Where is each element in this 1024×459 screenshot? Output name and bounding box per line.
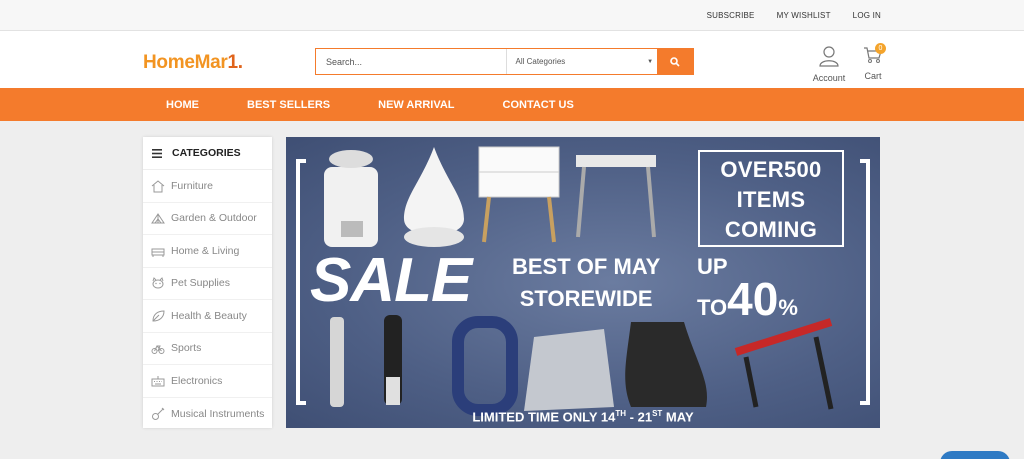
cart-button[interactable]: 0 Cart: [858, 43, 888, 81]
sidebar-item-health-beauty[interactable]: Health & Beauty: [143, 300, 272, 333]
account-label: Account: [812, 73, 846, 83]
menu-icon: [152, 148, 162, 158]
sidebar-item-pet-supplies[interactable]: Pet Supplies: [143, 268, 272, 300]
chat-widget-button[interactable]: [940, 451, 1010, 459]
site-logo[interactable]: HomeMar1.: [143, 52, 243, 74]
category-select[interactable]: All Categories ▼: [506, 49, 657, 74]
nav-contact-us[interactable]: CONTACT US: [503, 99, 574, 111]
sidebar-item-label: Garden & Outdoor: [171, 212, 257, 225]
search-bar: All Categories ▼: [315, 48, 694, 75]
limited-sup: ST: [652, 409, 663, 418]
discount-to: TO: [697, 295, 728, 320]
top-utility-bar: SUBSCRIBE MY WISHLIST LOG IN: [0, 0, 1024, 31]
sidebar-item-label: Health & Beauty: [171, 309, 247, 322]
discount-percent-sign: %: [778, 295, 798, 320]
sidebar-item-label: Musical Instruments: [171, 407, 265, 420]
wishlist-link[interactable]: MY WISHLIST: [777, 11, 831, 20]
nightstand-image: [478, 146, 560, 243]
user-icon: [819, 46, 839, 67]
seat-image: [625, 322, 707, 407]
bicycle-icon: [151, 345, 165, 355]
cushion-image: [524, 329, 614, 411]
account-button[interactable]: Account: [810, 45, 848, 83]
offer-line: COMING: [724, 217, 818, 242]
subscribe-link[interactable]: SUBSCRIBE: [707, 11, 755, 20]
logo-text: HomeMar: [143, 52, 228, 73]
sidebar-item-furniture[interactable]: Furniture: [143, 170, 272, 203]
humidifier-image: [404, 147, 464, 247]
best-of-may-text: BEST OF MAY STOREWIDE: [512, 251, 660, 315]
stool-image: [576, 155, 656, 238]
main-nav: HOME BEST SELLERS NEW ARRIVAL CONTACT US: [0, 88, 1024, 121]
limited-time-text: LIMITED TIME ONLY 14TH - 21ST MAY: [286, 409, 880, 424]
sidebar-item-label: Home & Living: [171, 244, 240, 257]
sale-heading: SALE: [310, 246, 472, 315]
login-link[interactable]: LOG IN: [853, 11, 881, 20]
chevron-down-icon: ▼: [647, 58, 654, 65]
nav-new-arrival[interactable]: NEW ARRIVAL: [378, 99, 454, 111]
sale-banner[interactable]: OVER500 ITEMS COMING SALE BEST OF MAY ST…: [286, 137, 880, 428]
sidebar-item-label: Pet Supplies: [171, 277, 230, 290]
tools-image: [330, 315, 402, 407]
sidebar-item-musical-instruments[interactable]: Musical Instruments: [143, 398, 272, 431]
sofa-icon: [151, 248, 165, 257]
limited-suffix: MAY: [662, 409, 694, 425]
discount-value: 40: [727, 273, 779, 325]
categories-title: CATEGORIES: [172, 147, 241, 159]
search-button[interactable]: [657, 49, 693, 74]
cart-label: Cart: [864, 71, 882, 81]
sidebar-item-sports[interactable]: Sports: [143, 333, 272, 365]
search-icon: [670, 56, 680, 67]
site-header: HomeMar1. All Categories ▼ Account 0 Car…: [0, 31, 1024, 88]
cart-count-badge: 0: [875, 43, 886, 54]
categories-header[interactable]: CATEGORIES: [143, 137, 272, 170]
watch-band-image: [452, 316, 518, 416]
nav-best-sellers[interactable]: BEST SELLERS: [247, 99, 330, 111]
sidebar-item-garden-outdoor[interactable]: Garden & Outdoor: [143, 203, 272, 235]
bench-image: [734, 318, 834, 410]
limited-mid: - 21: [626, 409, 653, 425]
guitar-icon: [152, 407, 165, 420]
offer-box: OVER500 ITEMS COMING: [698, 150, 844, 247]
sidebar-item-label: Electronics: [171, 374, 223, 387]
offer-line: OVER500: [720, 157, 822, 182]
keyboard-icon: [151, 375, 165, 387]
nav-home[interactable]: HOME: [166, 99, 199, 111]
house-icon: [151, 180, 165, 193]
sidebar-item-label: Sports: [171, 342, 202, 355]
pet-icon: [152, 277, 164, 289]
dehumidifier-image: [324, 150, 378, 247]
best-line: STOREWIDE: [519, 286, 653, 311]
category-select-value: All Categories: [515, 57, 566, 66]
offer-line: ITEMS: [736, 187, 806, 212]
tent-icon: [151, 213, 165, 224]
limited-prefix: LIMITED TIME ONLY 14: [472, 409, 616, 425]
categories-sidebar: CATEGORIES Furniture Garden & Outdoor Ho…: [143, 137, 272, 428]
limited-sup: TH: [615, 409, 627, 418]
logo-dot: .: [237, 52, 243, 73]
sidebar-item-label: Furniture: [171, 179, 214, 192]
logo-accent: 1: [227, 52, 238, 73]
sidebar-item-electronics[interactable]: Electronics: [143, 365, 272, 398]
best-line: BEST OF MAY: [512, 254, 661, 279]
leaf-icon: [152, 310, 165, 322]
discount-text: UP TO40%: [697, 251, 798, 324]
sidebar-item-home-living[interactable]: Home & Living: [143, 235, 272, 268]
search-input[interactable]: [316, 49, 507, 74]
